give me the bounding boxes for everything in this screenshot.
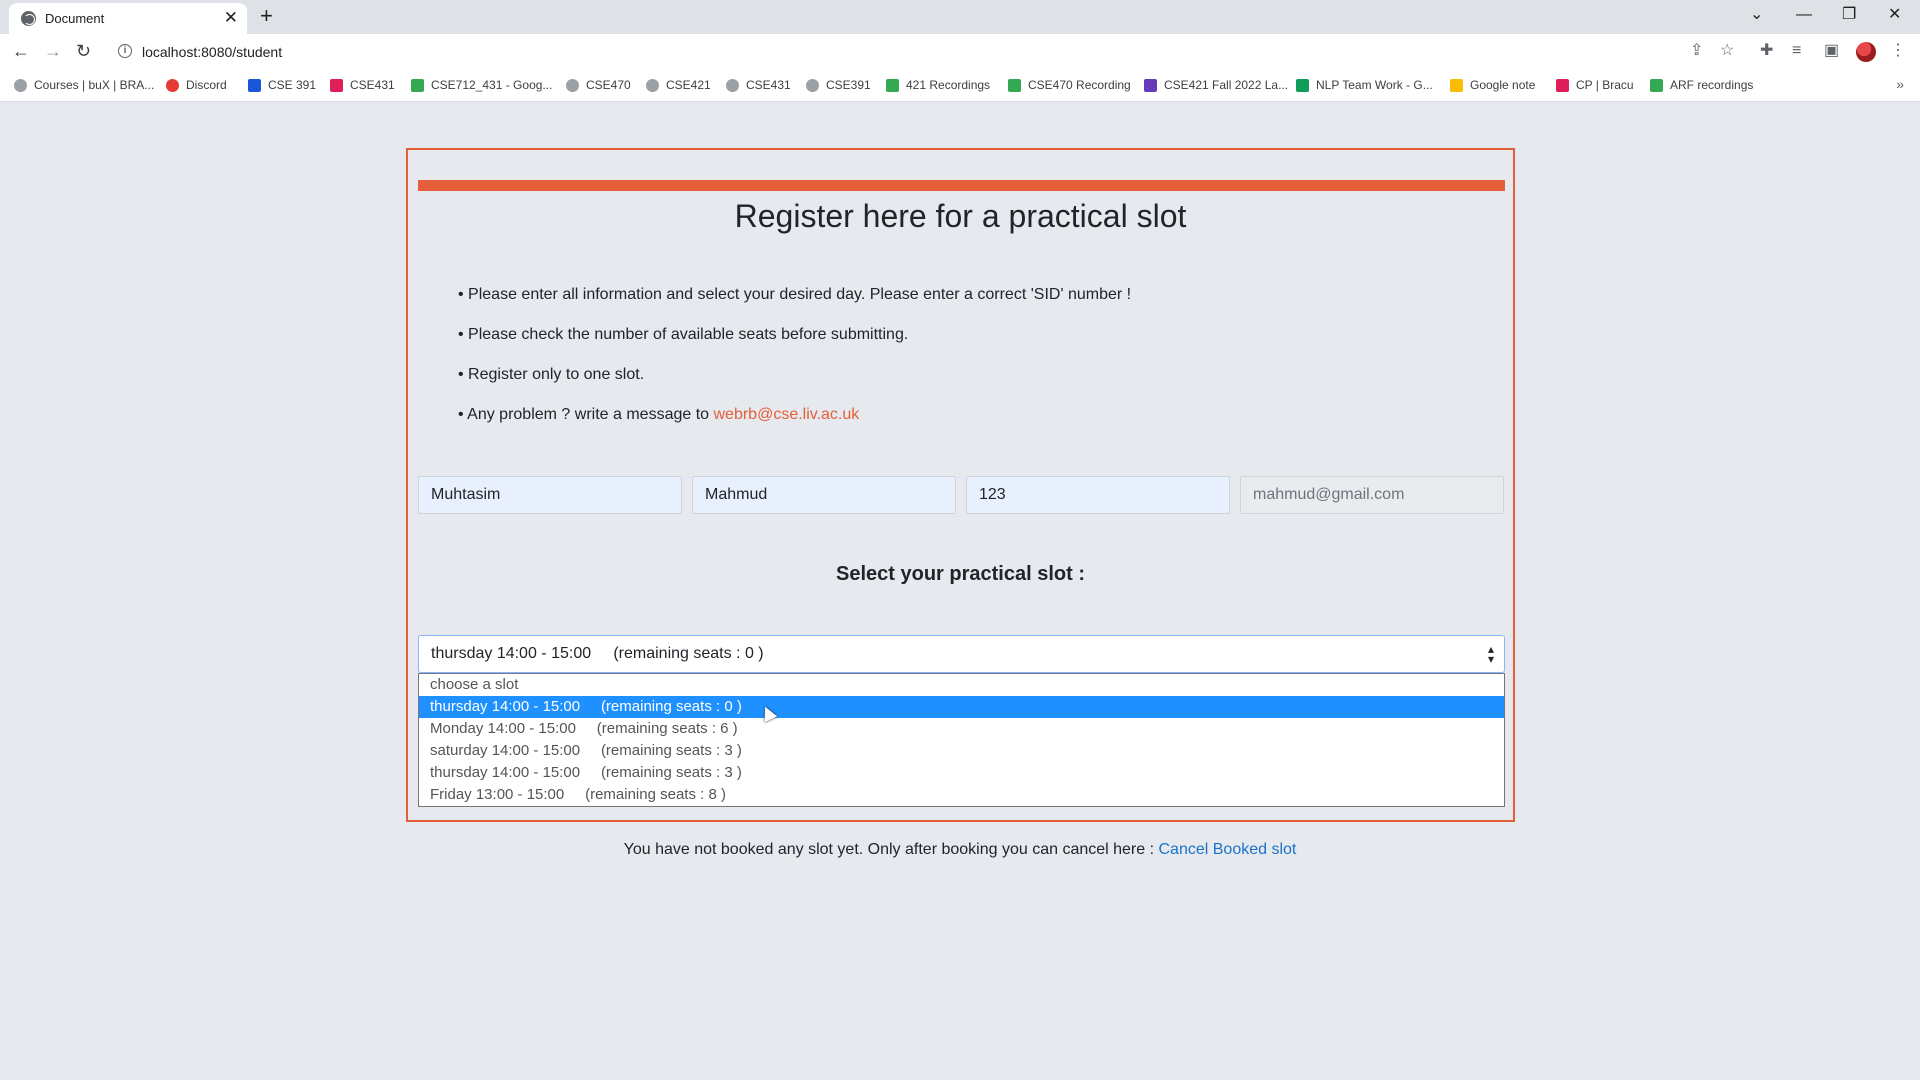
- slot-option[interactable]: choose a slot: [419, 674, 1504, 696]
- media-icon[interactable]: ≡: [1792, 41, 1801, 61]
- restore-button[interactable]: ❐: [1842, 5, 1856, 25]
- minimize-button[interactable]: —: [1796, 5, 1812, 25]
- slot-option-highlighted[interactable]: thursday 14:00 - 15:00 (remaining seats …: [419, 696, 1504, 718]
- bookmark-item[interactable]: CP | Bracu: [1556, 78, 1634, 92]
- menu-icon[interactable]: ⋮: [1890, 41, 1906, 61]
- browser-tab[interactable]: Document ✕: [9, 3, 247, 34]
- globe-icon: [806, 78, 819, 92]
- selected-slot-value: thursday 14:00 - 15:00 (remaining seats …: [431, 645, 764, 662]
- accent-bar: [418, 180, 1505, 191]
- close-window-button[interactable]: ✕: [1888, 5, 1901, 25]
- select-slot-label: Select your practical slot :: [836, 563, 1085, 585]
- select-arrows-icon: ▴ ▾: [1487, 642, 1494, 666]
- bookmark-item[interactable]: CSE421 Fall 2022 La...: [1144, 78, 1288, 92]
- first-name-field[interactable]: Muhtasim: [418, 476, 682, 514]
- bookmark-item[interactable]: ARF recordings: [1650, 78, 1753, 92]
- bookmark-item[interactable]: CSE431: [330, 78, 395, 92]
- side-panel-icon[interactable]: ▣: [1824, 41, 1839, 61]
- bookmark-star-icon[interactable]: ☆: [1720, 41, 1734, 61]
- contact-email-link[interactable]: webrb@cse.liv.ac.uk: [714, 406, 860, 423]
- close-tab-icon[interactable]: ✕: [224, 8, 238, 28]
- profile-avatar[interactable]: [1856, 42, 1876, 62]
- booking-note: You have not booked any slot yet. Only a…: [0, 841, 1920, 859]
- keep-icon: [1450, 78, 1463, 92]
- slot-option[interactable]: thursday 14:00 - 15:00 (remaining seats …: [419, 762, 1504, 784]
- drive-icon: [411, 78, 424, 92]
- address-bar[interactable]: i localhost:8080/student: [110, 38, 1750, 66]
- share-icon[interactable]: ⇪: [1690, 41, 1703, 61]
- globe-icon: [646, 78, 659, 92]
- site-info-icon[interactable]: i: [118, 44, 132, 58]
- globe-icon: [14, 78, 27, 92]
- reload-icon[interactable]: ↻: [76, 40, 91, 62]
- booking-note-text: You have not booked any slot yet. Only a…: [623, 841, 1159, 858]
- globe-icon: [21, 11, 36, 26]
- slack-icon: [330, 78, 343, 92]
- p-icon: [248, 78, 261, 92]
- slot-option[interactable]: saturday 14:00 - 15:00 (remaining seats …: [419, 740, 1504, 762]
- email-field[interactable]: mahmud@gmail.com: [1240, 476, 1504, 514]
- bookmark-item[interactable]: Discord: [166, 78, 227, 92]
- forward-icon[interactable]: →: [44, 40, 62, 62]
- back-icon[interactable]: ←: [12, 40, 30, 62]
- bookmark-item[interactable]: CSE391: [806, 78, 871, 92]
- globe-icon: [726, 78, 739, 92]
- bookmark-item[interactable]: CSE421: [646, 78, 711, 92]
- drive-icon: [1008, 78, 1021, 92]
- globe-icon: [566, 78, 579, 92]
- slot-select[interactable]: thursday 14:00 - 15:00 (remaining seats …: [418, 635, 1505, 673]
- slot-dropdown-list: choose a slot thursday 14:00 - 15:00 (re…: [418, 673, 1505, 807]
- more-bookmarks-icon[interactable]: »: [1896, 76, 1904, 92]
- bookmark-item[interactable]: NLP Team Work - G...: [1296, 78, 1433, 92]
- bookmark-item[interactable]: CSE712_431 - Goog...: [411, 78, 552, 92]
- bookmark-item[interactable]: Courses | buX | BRA...: [14, 78, 154, 92]
- sheets-icon: [1296, 78, 1309, 92]
- tab-strip: Document ✕ + ⌄ — ❐ ✕: [0, 0, 1920, 34]
- browser-toolbar: ← → ↻ i localhost:8080/student ⇪ ☆ ✚ ≡ ▣…: [0, 34, 1920, 70]
- page-title: Register here for a practical slot: [734, 198, 1187, 234]
- drive-icon: [886, 78, 899, 92]
- bookmark-item[interactable]: CSE470: [566, 78, 631, 92]
- slot-option[interactable]: Friday 13:00 - 15:00 (remaining seats : …: [419, 784, 1504, 806]
- drive-icon: [1650, 78, 1663, 92]
- discord-icon: [166, 78, 179, 92]
- bookmark-item[interactable]: CSE 391: [248, 78, 316, 92]
- bookmark-item[interactable]: CSE431: [726, 78, 791, 92]
- new-tab-button[interactable]: +: [260, 3, 273, 29]
- bookmark-item[interactable]: Google note: [1450, 78, 1535, 92]
- instruction-text: • Any problem ? write a message to: [458, 406, 714, 423]
- tab-title: Document: [45, 11, 105, 26]
- extensions-icon[interactable]: ✚: [1760, 41, 1773, 61]
- tab-search-icon[interactable]: ⌄: [1750, 5, 1763, 25]
- instruction-item: • Any problem ? write a message to webrb…: [458, 406, 859, 424]
- instruction-item: • Please enter all information and selec…: [458, 286, 1132, 303]
- bookmark-item[interactable]: CSE470 Recording: [1008, 78, 1131, 92]
- registration-card: Register here for a practical slot • Ple…: [406, 148, 1515, 822]
- url-text[interactable]: localhost:8080/student: [142, 44, 282, 60]
- forms-icon: [1144, 78, 1157, 92]
- bookmark-item[interactable]: 421 Recordings: [886, 78, 990, 92]
- slack-icon: [1556, 78, 1569, 92]
- instruction-item: • Register only to one slot.: [458, 366, 645, 383]
- slot-option[interactable]: Monday 14:00 - 15:00 (remaining seats : …: [419, 718, 1504, 740]
- sid-field[interactable]: 123: [966, 476, 1230, 514]
- last-name-field[interactable]: Mahmud: [692, 476, 956, 514]
- cancel-booked-slot-link[interactable]: Cancel Booked slot: [1159, 841, 1297, 858]
- instruction-item: • Please check the number of available s…: [458, 326, 909, 343]
- bookmarks-bar: Courses | buX | BRA... Discord CSE 391 C…: [0, 70, 1920, 102]
